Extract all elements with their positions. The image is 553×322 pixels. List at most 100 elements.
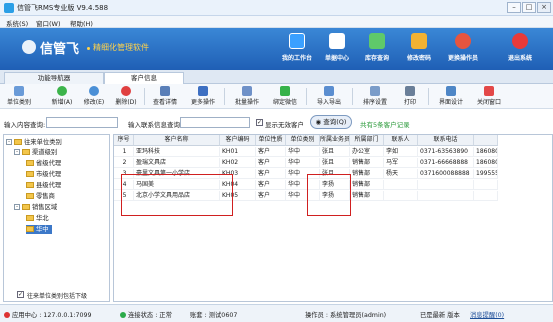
batch-button[interactable]: 批量操作 (230, 86, 264, 108)
exit-system-button[interactable]: 退出系统 (503, 30, 537, 68)
logo-icon (22, 40, 36, 54)
tree-item-county[interactable]: 县级代理 (26, 181, 61, 190)
column-header[interactable] (474, 135, 498, 146)
table-cell[interactable]: 0371600088888 (418, 169, 474, 179)
add-button[interactable]: 新增(A) (50, 86, 74, 108)
tree-item-city[interactable]: 市级代理 (26, 170, 61, 179)
menu-help[interactable]: 帮助(H) (70, 18, 93, 28)
table-cell[interactable]: 客户 (256, 180, 286, 190)
highlight-customer-names (121, 174, 233, 216)
table-cell[interactable]: 华中 (286, 147, 320, 157)
edit-button[interactable]: 修改(E) (80, 86, 108, 108)
more-icon (198, 86, 208, 96)
contact-search-input[interactable] (180, 117, 250, 128)
column-header[interactable]: 所属部门 (350, 135, 384, 146)
table-cell[interactable] (474, 191, 498, 201)
menu-window[interactable]: 窗口(W) (36, 18, 61, 28)
table-cell[interactable] (384, 180, 418, 190)
table-cell[interactable]: 0371-66668888 (418, 158, 474, 168)
batch-icon (242, 86, 252, 96)
table-cell[interactable]: 客户 (256, 147, 286, 157)
table-cell[interactable]: KH02 (220, 158, 256, 168)
tree-group-region[interactable]: - 销售区域 (14, 203, 57, 212)
table-cell[interactable]: 1860808 (474, 158, 498, 168)
document-center-button[interactable]: 单据中心 (320, 30, 354, 68)
table-cell[interactable]: 马军 (384, 158, 418, 168)
table-cell[interactable]: 办公室 (350, 147, 384, 157)
column-header[interactable]: 单位类别 (286, 135, 320, 146)
change-password-button[interactable]: 修改密码 (402, 30, 436, 68)
table-cell[interactable]: 1995559 (474, 169, 498, 179)
table-cell[interactable]: 销售部 (350, 180, 384, 190)
table-cell[interactable]: 2 (114, 158, 134, 168)
message-reminder-link[interactable]: 消息提醒(0) (470, 310, 504, 319)
table-cell[interactable]: 销售部 (350, 191, 384, 201)
table-cell[interactable]: 张且 (320, 147, 350, 157)
desk-icon (289, 33, 305, 49)
table-cell[interactable]: 客户 (256, 191, 286, 201)
table-cell[interactable]: KH01 (220, 147, 256, 157)
tree-item-retailer[interactable]: 零售商 (26, 192, 55, 201)
query-button[interactable]: ◉ 查询(Q) (310, 115, 352, 129)
ui-design-button[interactable]: 界面设计 (434, 86, 468, 108)
column-header[interactable]: 客户编码 (220, 135, 256, 146)
table-cell[interactable] (418, 191, 474, 201)
tree-root[interactable]: -2往来单位类别 (6, 138, 62, 147)
delete-button[interactable]: 删除(D) (112, 86, 140, 108)
table-cell[interactable] (384, 191, 418, 201)
contact-search-label: 输入联系信息查询: (128, 121, 183, 129)
bind-wechat-button[interactable]: 绑定微信 (268, 86, 302, 108)
category-button[interactable]: 单位类别 (2, 86, 36, 108)
column-header[interactable]: 联系电话 (418, 135, 474, 146)
show-invalid-checkbox[interactable]: ✓ (256, 119, 263, 126)
collapse-icon[interactable]: - (14, 204, 20, 210)
include-sub-checkbox[interactable]: ✓ (17, 291, 24, 298)
table-cell[interactable]: 客户 (256, 169, 286, 179)
table-cell[interactable]: 盈瑞文具店 (134, 158, 220, 168)
sort-settings-button[interactable]: 排序设置 (358, 86, 392, 108)
table-cell[interactable]: 0371-63563890 (418, 147, 474, 157)
exit-icon (512, 33, 528, 49)
table-cell[interactable]: 客户 (256, 158, 286, 168)
tree-item-province[interactable]: 省级代理 (26, 159, 61, 168)
table-cell[interactable]: 销售部 (350, 158, 384, 168)
column-header[interactable]: 客户名称 (134, 135, 220, 146)
view-detail-button[interactable]: 查看详情 (148, 86, 182, 108)
table-cell[interactable] (474, 180, 498, 190)
table-cell[interactable]: 1860806 (474, 147, 498, 157)
table-cell[interactable]: 销售部 (350, 169, 384, 179)
table-cell[interactable]: 亚玛科技 (134, 147, 220, 157)
collapse-icon[interactable]: - (14, 149, 20, 155)
close-window-icon (484, 86, 494, 96)
more-actions-button[interactable]: 更多操作 (186, 86, 220, 108)
table-cell[interactable]: 张且 (320, 158, 350, 168)
collapse-icon[interactable]: - (6, 139, 12, 145)
stock-query-button[interactable]: 库存查询 (360, 30, 394, 68)
menu-system[interactable]: 系统(S) (6, 18, 28, 28)
print-button[interactable]: 打印 (398, 86, 422, 108)
close-button[interactable]: × (537, 2, 551, 13)
table-cell[interactable]: 杨天 (384, 169, 418, 179)
content-search-input[interactable] (46, 117, 118, 128)
import-icon (324, 86, 334, 96)
table-cell[interactable] (418, 180, 474, 190)
column-header[interactable]: 单位性质 (256, 135, 286, 146)
table-cell[interactable]: 李如 (384, 147, 418, 157)
table-cell[interactable]: 华中 (286, 158, 320, 168)
tree-item-central[interactable]: 华中 (26, 225, 52, 234)
tab-function-navigator[interactable]: 功能导航器 (4, 72, 104, 84)
tree-group-channel[interactable]: - 渠道级别 (14, 148, 57, 157)
switch-operator-button[interactable]: 更换操作员 (446, 30, 480, 68)
column-header[interactable]: 联系人 (384, 135, 418, 146)
close-window-button[interactable]: 关闭窗口 (472, 86, 506, 108)
tab-customer-info[interactable]: 客户信息 (104, 72, 184, 84)
minimize-button[interactable]: – (507, 2, 521, 13)
table-cell[interactable]: 1 (114, 147, 134, 157)
tree-item-north[interactable]: 华北 (26, 214, 49, 223)
maximize-button[interactable]: □ (522, 2, 536, 13)
import-export-button[interactable]: 导入导出 (312, 86, 346, 108)
include-sub-label: 往来单位类别包括下级 (27, 293, 88, 300)
column-header[interactable]: 所属业务员 (320, 135, 350, 146)
column-header[interactable]: 序号 (114, 135, 134, 146)
workbench-button[interactable]: 我的工作台 (280, 30, 314, 68)
